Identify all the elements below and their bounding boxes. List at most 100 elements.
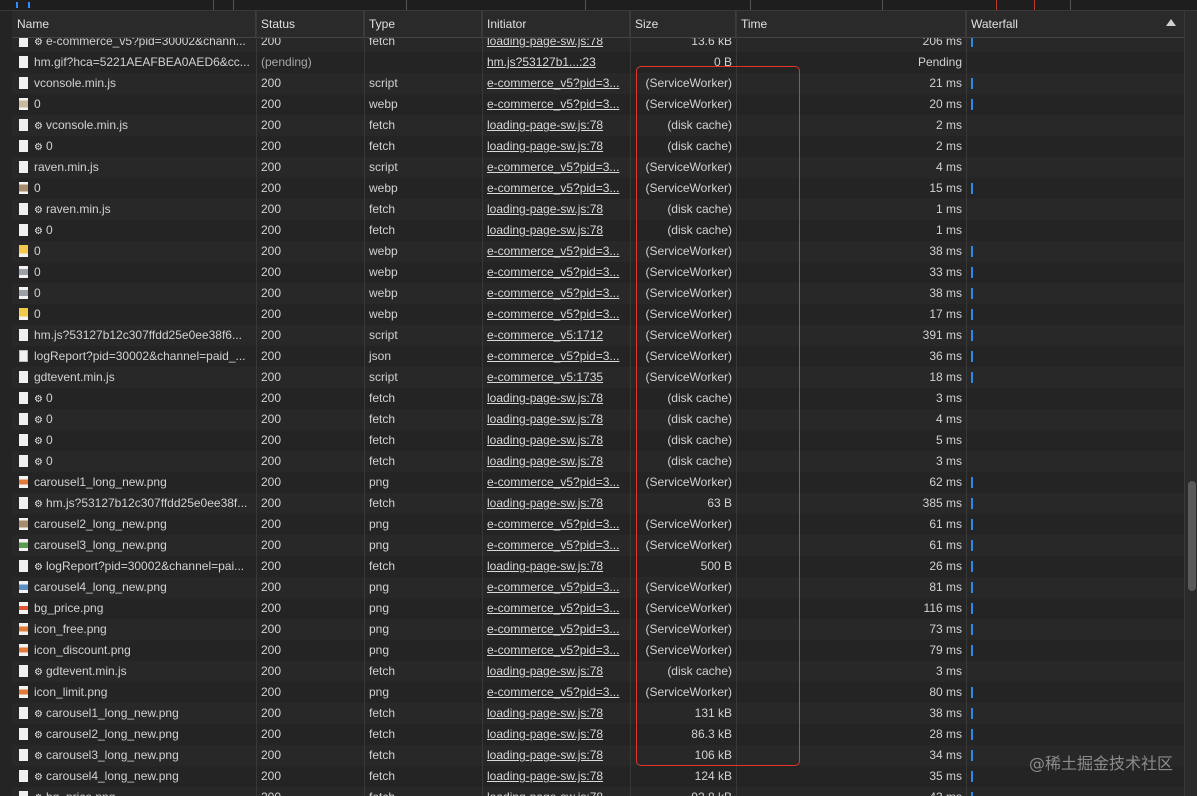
request-name-cell[interactable]: ⚙ logReport?pid=30002&channel=pai... <box>12 556 256 577</box>
table-row[interactable]: ⚙bg_price.png200fetchloading-page-sw.js:… <box>12 787 1184 796</box>
request-name-cell[interactable]: ⚙ carousel4_long_new.png <box>12 766 256 787</box>
table-row[interactable]: 0 200 webp e-commerce_v5?pid=3... (ServiceWo… <box>12 94 1184 115</box>
table-row[interactable]: ⚙ carousel4_long_new.png 200 fetch loading-p… <box>12 766 1184 787</box>
sort-ascending-icon[interactable] <box>1166 19 1176 26</box>
request-name-cell[interactable]: ⚙ e-commerce_v5?pid=30002&chann... <box>12 38 256 52</box>
initiator-link[interactable]: hm.js?53127b1...:23 <box>482 52 630 73</box>
request-name-cell[interactable]: vconsole.min.js <box>12 73 256 94</box>
table-row[interactable]: ⚙ vconsole.min.js 200 fetch loading-page-sw.… <box>12 115 1184 136</box>
initiator-link[interactable]: e-commerce_v5?pid=3... <box>482 577 630 598</box>
request-name-cell[interactable]: bg_price.png <box>12 598 256 619</box>
column-header-time[interactable]: Time <box>736 11 966 37</box>
request-name-cell[interactable]: ⚙bg_price.png <box>12 787 256 796</box>
initiator-link[interactable]: loading-page-sw.js:78 <box>482 724 630 745</box>
request-name-cell[interactable]: 0 <box>12 304 256 325</box>
table-row[interactable]: ⚙ logReport?pid=30002&channel=pai... 200 fe… <box>12 556 1184 577</box>
column-header-status[interactable]: Status <box>256 11 364 37</box>
initiator-link[interactable]: loading-page-sw.js:78 <box>482 787 630 796</box>
initiator-link[interactable]: loading-page-sw.js:78 <box>482 556 630 577</box>
request-name-cell[interactable]: 0 <box>12 94 256 115</box>
table-row[interactable]: hm.js?53127b12c307ffdd25e0ee38f6... 200 sc… <box>12 325 1184 346</box>
table-row[interactable]: ⚙ e-commerce_v5?pid=30002&chann... 200 fetc… <box>12 38 1184 52</box>
table-row[interactable]: vconsole.min.js 200 script e-commerce_v5?pi… <box>12 73 1184 94</box>
request-name-cell[interactable]: ⚙ gdtevent.min.js <box>12 661 256 682</box>
request-name-cell[interactable]: 0 <box>12 178 256 199</box>
scrollbar-thumb[interactable] <box>1188 481 1196 591</box>
initiator-link[interactable]: loading-page-sw.js:78 <box>482 766 630 787</box>
request-name-cell[interactable]: carousel4_long_new.png <box>12 577 256 598</box>
table-row[interactable]: carousel4_long_new.png 200 png e-commerce_v… <box>12 577 1184 598</box>
initiator-link[interactable]: loading-page-sw.js:78 <box>482 115 630 136</box>
table-row[interactable]: ⚙ 0 200 fetch loading-page-sw.js:78 (disk cac… <box>12 409 1184 430</box>
initiator-link[interactable]: loading-page-sw.js:78 <box>482 199 630 220</box>
request-name-cell[interactable]: ⚙ 0 <box>12 409 256 430</box>
table-row[interactable]: ⚙ carousel2_long_new.png 200 fetch loading-p… <box>12 724 1184 745</box>
initiator-link[interactable]: e-commerce_v5?pid=3... <box>482 241 630 262</box>
initiator-link[interactable]: e-commerce_v5?pid=3... <box>482 73 630 94</box>
table-row[interactable]: carousel2_long_new.png 200 png e-commerce_v… <box>12 514 1184 535</box>
table-row[interactable]: 0 200 webp e-commerce_v5?pid=3... (ServiceWo… <box>12 304 1184 325</box>
table-row[interactable]: bg_price.png 200 png e-commerce_v5?pid=3...… <box>12 598 1184 619</box>
request-name-cell[interactable]: ⚙ 0 <box>12 136 256 157</box>
request-name-cell[interactable]: logReport?pid=30002&channel=paid_... <box>12 346 256 367</box>
initiator-link[interactable]: loading-page-sw.js:78 <box>482 703 630 724</box>
request-name-cell[interactable]: ⚙ raven.min.js <box>12 199 256 220</box>
initiator-link[interactable]: loading-page-sw.js:78 <box>482 451 630 472</box>
initiator-link[interactable]: e-commerce_v5?pid=3... <box>482 262 630 283</box>
network-request-list[interactable]: ⚙ e-commerce_v5?pid=30002&chann... 200 fetc… <box>12 38 1184 796</box>
initiator-link[interactable]: e-commerce_v5?pid=3... <box>482 619 630 640</box>
table-row[interactable]: 0 200 webp e-commerce_v5?pid=3... (ServiceWo… <box>12 178 1184 199</box>
table-row[interactable]: ⚙ carousel1_long_new.png 200 fetch loading-p… <box>12 703 1184 724</box>
initiator-link[interactable]: e-commerce_v5?pid=3... <box>482 514 630 535</box>
initiator-link[interactable]: loading-page-sw.js:78 <box>482 430 630 451</box>
initiator-link[interactable]: e-commerce_v5?pid=3... <box>482 283 630 304</box>
initiator-link[interactable]: e-commerce_v5?pid=3... <box>482 640 630 661</box>
table-row[interactable]: logReport?pid=30002&channel=paid_... 200 j… <box>12 346 1184 367</box>
initiator-link[interactable]: e-commerce_v5?pid=3... <box>482 178 630 199</box>
request-name-cell[interactable]: ⚙ carousel1_long_new.png <box>12 703 256 724</box>
request-name-cell[interactable]: ⚙ 0 <box>12 220 256 241</box>
table-row[interactable]: 0 200 webp e-commerce_v5?pid=3... (ServiceWo… <box>12 262 1184 283</box>
request-name-cell[interactable]: ⚙ 0 <box>12 451 256 472</box>
table-row[interactable]: carousel1_long_new.png 200 png e-commerce_v… <box>12 472 1184 493</box>
request-name-cell[interactable]: ⚙ 0 <box>12 388 256 409</box>
request-name-cell[interactable]: icon_free.png <box>12 619 256 640</box>
initiator-link[interactable]: loading-page-sw.js:78 <box>482 136 630 157</box>
initiator-link[interactable]: loading-page-sw.js:78 <box>482 661 630 682</box>
table-row[interactable]: gdtevent.min.js 200 script e-commerce_v5:17… <box>12 367 1184 388</box>
table-row[interactable]: ⚙ 0 200 fetch loading-page-sw.js:78 (disk cac… <box>12 430 1184 451</box>
initiator-link[interactable]: loading-page-sw.js:78 <box>482 388 630 409</box>
request-name-cell[interactable]: 0 <box>12 262 256 283</box>
table-row[interactable]: icon_discount.png 200 png e-commerce_v5?pid… <box>12 640 1184 661</box>
request-name-cell[interactable]: ⚙ carousel2_long_new.png <box>12 724 256 745</box>
request-name-cell[interactable]: gdtevent.min.js <box>12 367 256 388</box>
request-name-cell[interactable]: raven.min.js <box>12 157 256 178</box>
request-name-cell[interactable]: icon_discount.png <box>12 640 256 661</box>
table-row[interactable]: 0 200 webp e-commerce_v5?pid=3... (ServiceWo… <box>12 241 1184 262</box>
table-row[interactable]: ⚙ 0 200 fetch loading-page-sw.js:78 (disk cac… <box>12 451 1184 472</box>
initiator-link[interactable]: e-commerce_v5?pid=3... <box>482 157 630 178</box>
table-row[interactable]: ⚙ gdtevent.min.js 200 fetch loading-page-sw.… <box>12 661 1184 682</box>
request-name-cell[interactable]: ⚙ vconsole.min.js <box>12 115 256 136</box>
request-name-cell[interactable]: hm.gif?hca=5221AEAFBEA0AED6&cc... <box>12 52 256 73</box>
initiator-link[interactable]: loading-page-sw.js:78 <box>482 38 630 52</box>
initiator-link[interactable]: e-commerce_v5?pid=3... <box>482 535 630 556</box>
table-row[interactable]: ⚙ hm.js?53127b12c307ffdd25e0ee38f... 200 fe… <box>12 493 1184 514</box>
table-row[interactable]: hm.gif?hca=5221AEAFBEA0AED6&cc... (pendin… <box>12 52 1184 73</box>
table-row[interactable]: 0 200 webp e-commerce_v5?pid=3... (ServiceWo… <box>12 283 1184 304</box>
table-row[interactable]: carousel3_long_new.png 200 png e-commerce_v… <box>12 535 1184 556</box>
initiator-link[interactable]: e-commerce_v5:1712 <box>482 325 630 346</box>
request-name-cell[interactable]: ⚙ hm.js?53127b12c307ffdd25e0ee38f... <box>12 493 256 514</box>
initiator-link[interactable]: loading-page-sw.js:78 <box>482 220 630 241</box>
initiator-link[interactable]: e-commerce_v5?pid=3... <box>482 682 630 703</box>
table-row[interactable]: icon_free.png 200 png e-commerce_v5?pid=3..… <box>12 619 1184 640</box>
table-row[interactable]: icon_limit.png 200 png e-commerce_v5?pid=3.… <box>12 682 1184 703</box>
initiator-link[interactable]: e-commerce_v5?pid=3... <box>482 304 630 325</box>
overview-timeline-strip[interactable] <box>0 0 1197 11</box>
table-row[interactable]: ⚙ 0 200 fetch loading-page-sw.js:78 (disk cac… <box>12 220 1184 241</box>
column-header-name[interactable]: Name <box>12 11 256 37</box>
request-name-cell[interactable]: ⚙ carousel3_long_new.png <box>12 745 256 766</box>
column-header-waterfall[interactable]: Waterfall <box>966 11 1184 37</box>
column-header-type[interactable]: Type <box>364 11 482 37</box>
request-name-cell[interactable]: carousel2_long_new.png <box>12 514 256 535</box>
